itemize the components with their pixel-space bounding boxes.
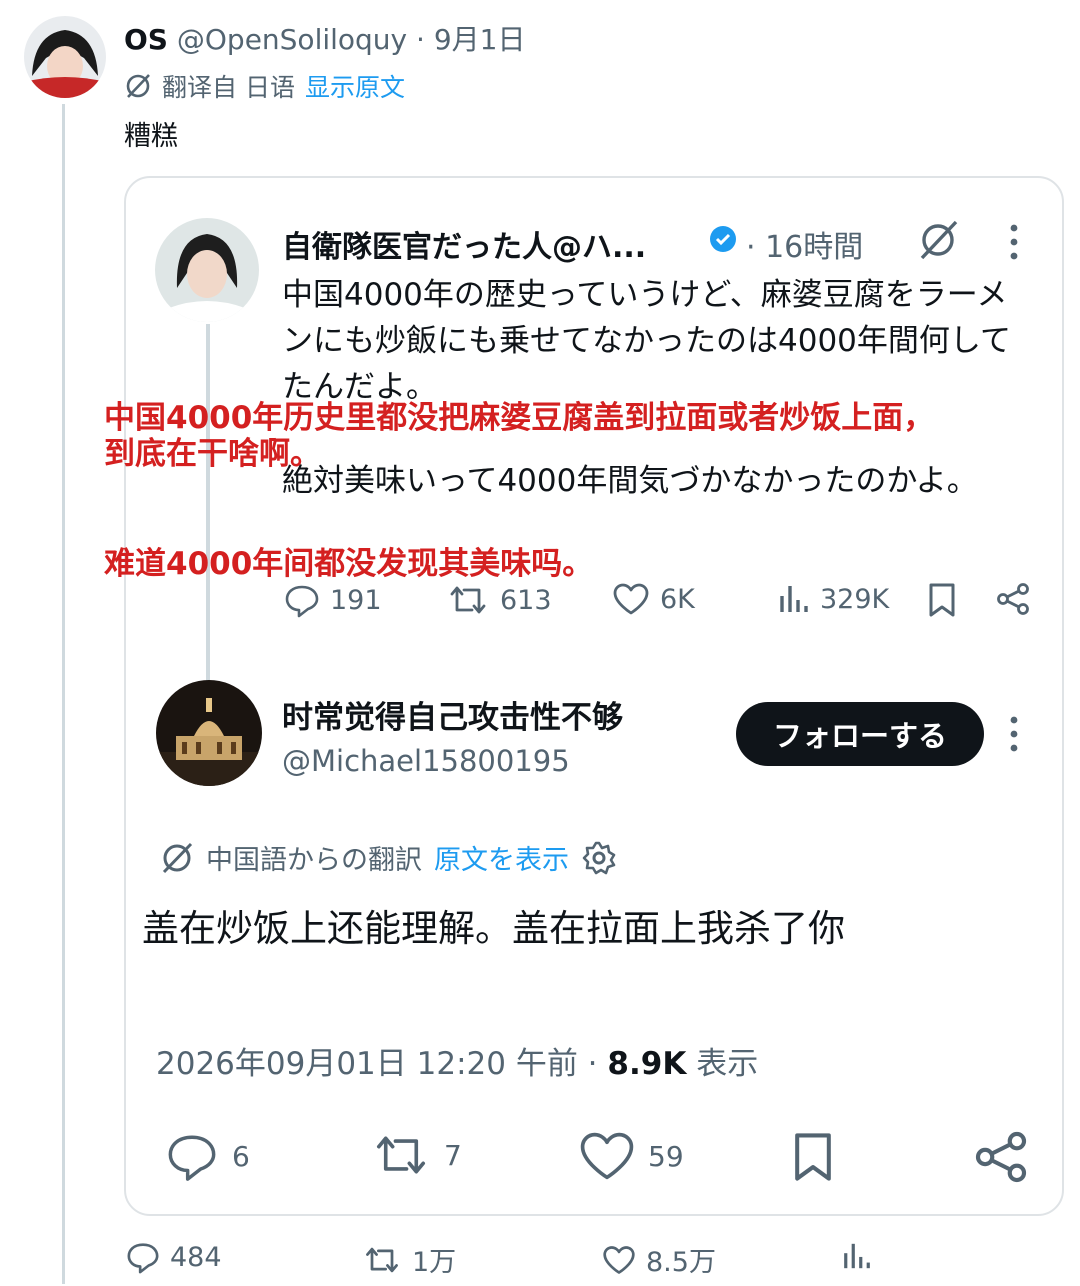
post-header: OS @OpenSoliloquy · 9月1日 <box>124 23 526 56</box>
repost-button[interactable]: 1万 <box>362 1240 456 1279</box>
bookmark-icon <box>929 583 955 617</box>
repost-button[interactable]: 7 <box>370 1130 462 1180</box>
repost-icon <box>366 1247 398 1272</box>
repost-button[interactable]: 613 <box>446 582 552 618</box>
quote-thread-line <box>206 324 210 682</box>
author-name[interactable]: OS <box>124 23 168 56</box>
annotation-line2: 到底在干啥啊。 <box>104 436 321 472</box>
reply-button[interactable]: 6 <box>164 1130 250 1182</box>
views-count: 329K <box>820 583 890 615</box>
annotation-text: 中国4000年历史里都没把麻婆豆腐盖到拉面或者炒饭上面， 到底在干啥啊。 <box>104 400 934 472</box>
share-button[interactable] <box>974 1130 1028 1184</box>
reply-show-original-link[interactable]: 原文を表示 <box>434 838 569 877</box>
translated-from-label: 翻译自 日语 <box>162 73 295 102</box>
quoted-text-line1: 中国4000年の歴史っていうけど、麻婆豆腐をラーメンにも炒飯にも乗せてなかったの… <box>282 277 1011 405</box>
bookmark-button[interactable] <box>790 1130 836 1184</box>
bookmark-icon <box>795 1133 831 1181</box>
reply-views-label: 表示 <box>686 1046 759 1082</box>
quoted-time[interactable]: · 16時間 <box>746 222 863 266</box>
like-button[interactable]: 6K <box>612 582 695 616</box>
like-icon <box>603 1245 635 1274</box>
repost-icon <box>376 1136 426 1174</box>
show-original-link[interactable]: 显示原文 <box>305 68 405 104</box>
avatar[interactable] <box>24 16 106 98</box>
like-count: 8.5万 <box>646 1247 716 1278</box>
reply-count: 191 <box>330 584 382 616</box>
quoted-avatar[interactable] <box>155 218 259 322</box>
thread-line <box>62 104 65 1284</box>
reply-text: 盖在炒饭上还能理解。盖在拉面上我杀了你 <box>142 907 845 950</box>
repost-icon <box>450 586 486 614</box>
quoted-author-name[interactable]: 自衛隊医官だった人@ハ... <box>282 222 646 266</box>
views-button[interactable]: 329K <box>778 582 889 616</box>
follow-button[interactable]: フォローする <box>736 702 984 766</box>
verified-badge-icon <box>708 224 738 254</box>
repost-count: 7 <box>444 1138 462 1172</box>
reply-icon <box>127 1243 159 1274</box>
reply-author-name[interactable]: 时常觉得自己攻击性不够 <box>282 692 623 737</box>
like-button[interactable]: 59 <box>578 1130 684 1182</box>
translation-row: 翻译自 日语 显示原文 <box>124 68 405 104</box>
share-icon <box>975 1131 1027 1183</box>
settings-icon[interactable] <box>581 840 617 876</box>
like-button[interactable]: 8.5万 <box>602 1240 716 1279</box>
like-count: 6K <box>660 583 695 615</box>
reply-button[interactable]: 191 <box>284 582 382 618</box>
views-icon <box>844 1243 870 1269</box>
reply-count: 484 <box>170 1241 222 1273</box>
share-button[interactable] <box>996 582 1030 616</box>
bookmark-button[interactable] <box>926 582 958 618</box>
share-icon <box>997 583 1029 615</box>
repost-count: 613 <box>500 584 552 616</box>
reply-views-count: 8.9K <box>607 1046 687 1082</box>
like-icon <box>613 583 649 615</box>
reply-translated-from: 中国語からの翻訳 <box>206 845 422 876</box>
annotation-line1: 中国4000年历史里都没把麻婆豆腐盖到拉面或者炒饭上面， <box>104 400 935 436</box>
reply-icon <box>285 585 319 618</box>
author-handle[interactable]: @OpenSoliloquy <box>177 23 407 56</box>
views-icon <box>780 586 808 612</box>
more-icon[interactable] <box>1006 716 1022 752</box>
like-icon <box>580 1132 634 1180</box>
grok-icon[interactable] <box>916 218 960 262</box>
reply-button[interactable]: 484 <box>126 1240 222 1274</box>
reply-avatar[interactable] <box>156 680 262 786</box>
annotation-line3: 难道4000年间都没发现其美味吗。 <box>104 546 594 582</box>
reply-icon <box>168 1135 216 1181</box>
reply-timestamp[interactable]: 2026年09月01日 12:20 午前 · <box>156 1046 607 1082</box>
translate-icon <box>160 841 194 875</box>
reply-translation-row: 中国語からの翻訳 原文を表示 <box>160 838 617 877</box>
more-icon[interactable] <box>1006 224 1022 260</box>
views-button[interactable] <box>842 1240 872 1272</box>
reply-meta: 2026年09月01日 12:20 午前 · 8.9K 表示 <box>156 1038 758 1083</box>
repost-count: 1万 <box>412 1247 457 1278</box>
like-count: 59 <box>648 1139 684 1173</box>
post-date[interactable]: 9月1日 <box>434 23 526 56</box>
post-text: 糟糕 <box>124 121 178 152</box>
translate-icon <box>124 72 152 100</box>
reply-author-handle[interactable]: @Michael15800195 <box>282 744 570 778</box>
reply-count: 6 <box>232 1139 250 1173</box>
